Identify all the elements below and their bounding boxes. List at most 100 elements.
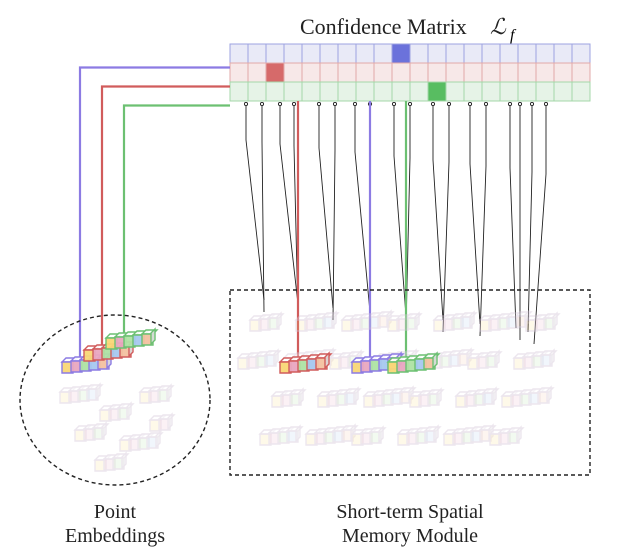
point-embeddings-label-1: Point xyxy=(94,501,137,523)
memory-label-2: Memory Module xyxy=(342,525,478,547)
matrix-cell xyxy=(374,44,392,63)
matrix-cell xyxy=(428,63,446,82)
matrix-cell xyxy=(374,82,392,101)
connector-thin xyxy=(480,102,486,336)
matrix-cell xyxy=(446,63,464,82)
matrix-cell xyxy=(536,44,554,63)
matrix-cell xyxy=(320,63,338,82)
matrix-cell xyxy=(266,44,284,63)
connector-node xyxy=(260,102,263,105)
connector-node xyxy=(408,102,411,105)
matrix-cell xyxy=(482,44,500,63)
matrix-cell xyxy=(500,44,518,63)
connector-thin xyxy=(433,102,443,320)
embedding-prism xyxy=(318,388,360,407)
connector-thin xyxy=(355,102,370,312)
connector-thin xyxy=(246,102,264,300)
matrix-cell xyxy=(464,44,482,63)
embedding-prism xyxy=(456,388,498,407)
embedding-prism xyxy=(100,403,133,421)
matrix-cell xyxy=(572,44,590,63)
connector-node xyxy=(447,102,450,105)
matrix-cell xyxy=(554,82,572,101)
matrix-cell xyxy=(320,82,338,101)
embedding-prism xyxy=(468,351,501,369)
connector-node xyxy=(431,102,434,105)
matrix-cell xyxy=(410,44,428,63)
matrix-cell xyxy=(302,44,320,63)
matrix-cell xyxy=(482,63,500,82)
matrix-cell xyxy=(248,63,266,82)
connector-node xyxy=(392,102,395,105)
matrix-cell xyxy=(536,82,554,101)
matrix-cell xyxy=(392,44,410,63)
embedding-prism xyxy=(106,329,157,349)
connector-thin xyxy=(510,102,516,328)
matrix-cell xyxy=(572,82,590,101)
embedding-prism xyxy=(238,350,280,369)
title-text: Confidence Matrix xyxy=(300,14,467,39)
embedding-prism xyxy=(526,313,559,331)
matrix-cell xyxy=(518,63,536,82)
matrix-cell xyxy=(338,63,356,82)
matrix-cell xyxy=(374,63,392,82)
connector-node xyxy=(317,102,320,105)
embedding-prism xyxy=(364,387,415,407)
connector-node xyxy=(333,102,336,105)
matrix-cell xyxy=(446,44,464,63)
connectors-thin xyxy=(244,102,547,344)
embedding-prism xyxy=(352,427,385,445)
matrix-cell xyxy=(410,63,428,82)
title-symbol: ℒ xyxy=(490,14,507,39)
matrix-cell xyxy=(554,63,572,82)
embedding-prism xyxy=(410,389,443,407)
title-symbol-sub: f xyxy=(510,27,517,44)
figure: Confidence Matrix ℒ f Point Embeddings S… xyxy=(0,0,640,552)
matrix-cell xyxy=(392,82,410,101)
matrix-cell xyxy=(356,44,374,63)
matrix-cell xyxy=(356,63,374,82)
embedding-prism xyxy=(434,312,476,331)
embedding-prism xyxy=(150,414,174,431)
matrix-cell xyxy=(428,82,446,101)
connector-thin xyxy=(394,102,406,316)
connector-thin xyxy=(528,102,532,332)
connector-thin xyxy=(333,102,335,320)
query-embeddings xyxy=(62,329,157,373)
connector-node xyxy=(468,102,471,105)
matrix-cell xyxy=(392,63,410,82)
query-path xyxy=(102,87,230,351)
matrix-cell xyxy=(302,63,320,82)
point-embeddings-label-2: Embeddings xyxy=(65,525,165,547)
embedding-prism xyxy=(272,389,305,407)
matrix-cell xyxy=(248,44,266,63)
connector-node xyxy=(278,102,281,105)
matrix-cell xyxy=(428,44,446,63)
matrix-cell xyxy=(338,44,356,63)
connector-node xyxy=(544,102,547,105)
matrix-cell xyxy=(536,63,554,82)
matrix-cell xyxy=(518,44,536,63)
connector-node xyxy=(292,102,295,105)
embedding-prism xyxy=(75,423,108,441)
connector-thin xyxy=(534,102,546,344)
matrix-cell xyxy=(284,63,302,82)
connector-thin xyxy=(443,102,449,332)
matrix-cell xyxy=(230,63,248,82)
matrix-cell xyxy=(266,82,284,101)
confidence-matrix xyxy=(230,44,590,101)
connector-node xyxy=(484,102,487,105)
matrix-cell xyxy=(500,63,518,82)
embedding-prism xyxy=(398,426,440,445)
embedding-prism xyxy=(250,313,283,331)
embedding-prism xyxy=(490,427,523,445)
embedding-prism xyxy=(60,384,102,403)
connector-thin xyxy=(262,102,264,312)
matrix-cell xyxy=(482,82,500,101)
query-path xyxy=(124,106,230,339)
embedding-prism xyxy=(120,432,162,451)
matrix-cell xyxy=(266,63,284,82)
matrix-cell xyxy=(518,82,536,101)
connector-node xyxy=(353,102,356,105)
connector-thin xyxy=(319,102,333,308)
